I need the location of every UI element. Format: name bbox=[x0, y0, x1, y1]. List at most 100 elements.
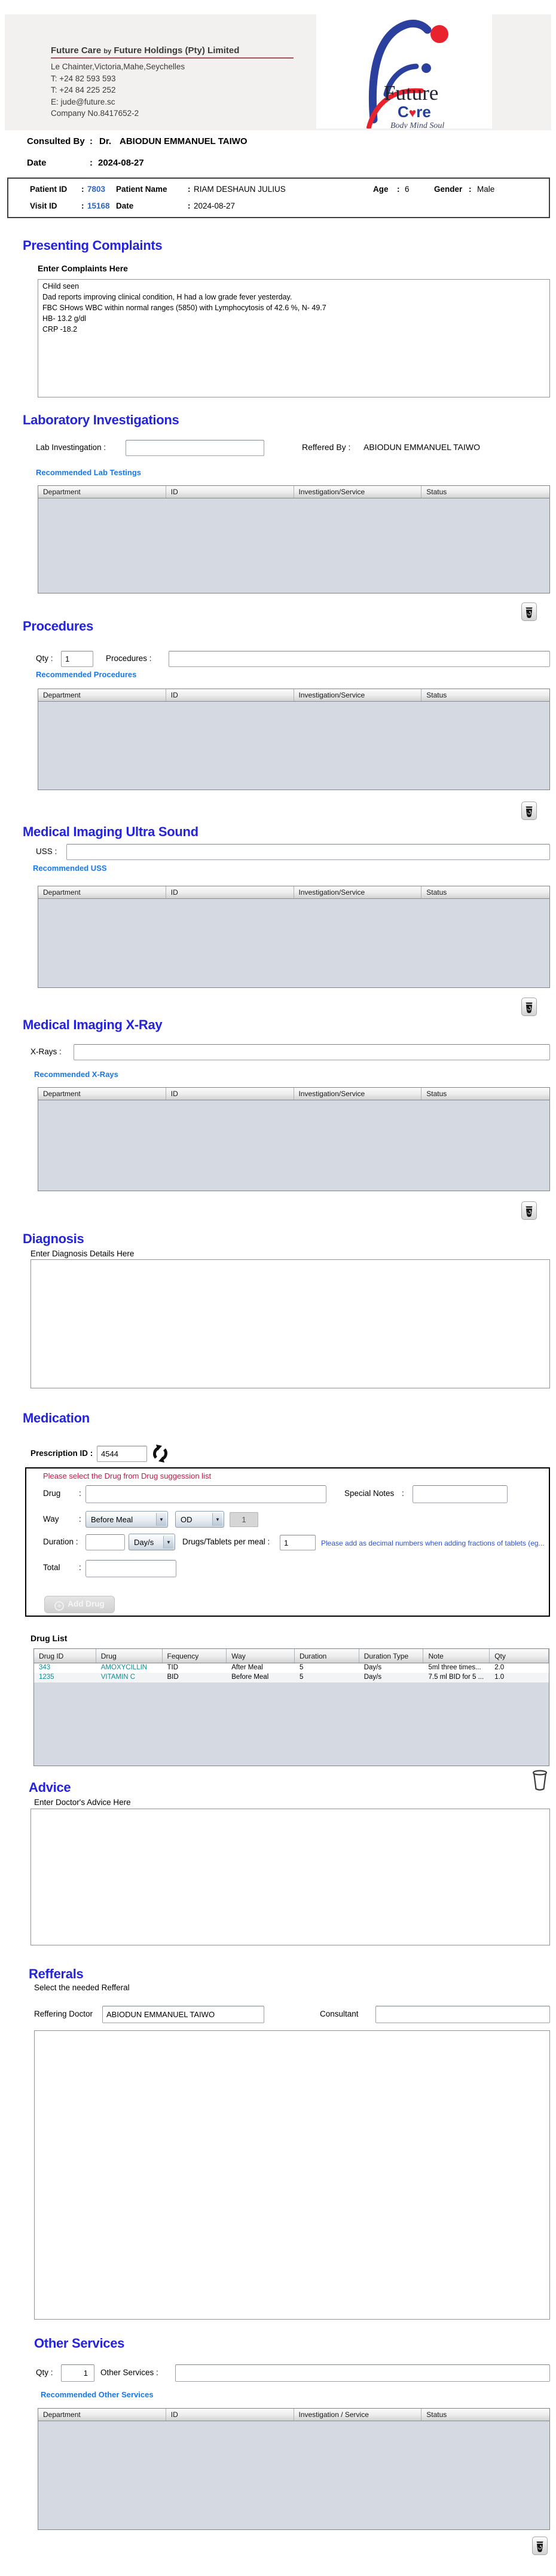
xray-col-status: Status bbox=[426, 1090, 447, 1098]
procedures-input[interactable] bbox=[169, 651, 550, 667]
recommended-xray-link[interactable]: Recommended X-Rays bbox=[34, 1070, 118, 1079]
other-delete-button[interactable] bbox=[532, 2537, 548, 2555]
per-meal-label: Drugs/Tablets per meal : bbox=[182, 1537, 270, 1546]
prescription-id-input[interactable] bbox=[97, 1446, 147, 1462]
special-notes-colon: : bbox=[402, 1489, 404, 1498]
drug-col-duration-type: Duration Type bbox=[359, 1649, 424, 1663]
visit-date-value: 2024-08-27 bbox=[194, 201, 236, 210]
uss-label: USS : bbox=[36, 847, 57, 856]
xray-col-department: Department bbox=[38, 1088, 166, 1100]
decimal-hint: Please add as decimal numbers when addin… bbox=[321, 1539, 545, 1547]
referred-by-value: ABIODUN EMMANUEL TAIWO bbox=[363, 442, 480, 452]
company-title: Future Care by Future Holdings (Pty) Lim… bbox=[51, 45, 239, 56]
section-title-advice: Advice bbox=[29, 1780, 71, 1795]
way-qty-input[interactable] bbox=[230, 1512, 258, 1527]
other-qty-input[interactable] bbox=[61, 2364, 94, 2382]
diagnosis-textarea[interactable] bbox=[30, 1259, 550, 1388]
advice-textarea[interactable] bbox=[30, 1809, 550, 1945]
recommended-lab-link[interactable]: Recommended Lab Testings bbox=[36, 468, 141, 477]
drug-frequency-cell: TID bbox=[167, 1664, 179, 1671]
drug-way-cell: After Meal bbox=[231, 1664, 263, 1671]
per-meal-input[interactable] bbox=[280, 1535, 316, 1550]
drug-list-delete-button[interactable] bbox=[531, 1769, 549, 1792]
drug-name-cell: AMOXYCILLIN bbox=[100, 1664, 148, 1671]
procedures-qty-input[interactable] bbox=[61, 651, 93, 667]
drug-list-table: Drug ID Drug Fequency Way Duration Durat… bbox=[33, 1648, 549, 1766]
logo-word-care: C♥re bbox=[398, 103, 431, 121]
recommended-procedures-link[interactable]: Recommended Procedures bbox=[36, 670, 136, 679]
way-select-value: Before Meal bbox=[91, 1515, 133, 1524]
drug-duration-type-cell: Day/s bbox=[363, 1674, 382, 1681]
recommended-other-link[interactable]: Recommended Other Services bbox=[41, 2390, 154, 2399]
xray-delete-button[interactable] bbox=[521, 1201, 537, 1220]
gender-colon: : bbox=[469, 185, 472, 194]
way-select[interactable]: Before Meal ▼ bbox=[85, 1511, 168, 1528]
procedures-delete-button[interactable] bbox=[521, 801, 537, 820]
section-title-other-services: Other Services bbox=[34, 2336, 125, 2351]
drug-colon: : bbox=[79, 1489, 81, 1498]
drug-col-duration: Duration bbox=[295, 1649, 359, 1663]
uss-input[interactable] bbox=[66, 844, 550, 860]
uss-delete-button[interactable] bbox=[521, 998, 537, 1016]
referring-doctor-input[interactable] bbox=[102, 2006, 264, 2023]
lab-investigation-label: Lab Investingation : bbox=[36, 443, 106, 452]
section-title-xray: Medical Imaging X-Ray bbox=[23, 1017, 163, 1032]
xray-input[interactable] bbox=[74, 1044, 550, 1060]
other-col-id: ID bbox=[166, 2409, 294, 2421]
xray-label: X-Rays : bbox=[30, 1047, 62, 1056]
procedures-col-status: Status bbox=[426, 691, 447, 699]
section-title-refferals: Refferals bbox=[29, 1966, 84, 1981]
special-notes-input[interactable] bbox=[413, 1485, 508, 1503]
other-services-input[interactable] bbox=[175, 2364, 550, 2382]
drug-input[interactable] bbox=[85, 1485, 326, 1503]
lab-col-department: Department bbox=[38, 486, 166, 498]
top-date-colon: : bbox=[90, 158, 93, 168]
trash-icon bbox=[526, 607, 533, 618]
patient-id-colon: : bbox=[81, 185, 84, 194]
section-title-laboratory: Laboratory Investigations bbox=[23, 412, 179, 427]
other-qty-label: Qty : bbox=[36, 2368, 53, 2377]
drug-duration-cell: 5 bbox=[299, 1664, 304, 1671]
drug-row[interactable]: 343 AMOXYCILLIN TID After Meal 5 Day/s 5… bbox=[34, 1663, 549, 1673]
refferal-listbox[interactable] bbox=[34, 2030, 550, 2320]
drug-col-frequency: Fequency bbox=[163, 1649, 227, 1663]
refresh-icon bbox=[153, 1445, 167, 1463]
other-services-label: Other Services : bbox=[100, 2368, 158, 2377]
procedures-field-label: Procedures : bbox=[106, 654, 152, 663]
lab-investigation-input[interactable] bbox=[126, 440, 264, 456]
drug-row[interactable]: 1235 VITAMIN C BID Before Meal 5 Day/s 7… bbox=[34, 1673, 549, 1682]
prescription-refresh-button[interactable] bbox=[151, 1443, 170, 1464]
future-care-logo-graphic: Future C♥re Body Mind Soul bbox=[366, 19, 448, 130]
top-date-label: Date bbox=[27, 158, 47, 168]
trash-icon bbox=[536, 2541, 543, 2552]
advice-sublabel: Enter Doctor's Advice Here bbox=[34, 1798, 131, 1807]
age-label: Age bbox=[373, 185, 389, 194]
recommended-uss-link[interactable]: Recommended USS bbox=[33, 864, 107, 873]
lab-delete-button[interactable] bbox=[521, 602, 537, 621]
duration-input[interactable] bbox=[85, 1534, 125, 1550]
complaints-textarea[interactable]: CHild seen Dad reports improving clinica… bbox=[38, 279, 550, 397]
drug-qty-cell: 2.0 bbox=[494, 1664, 505, 1671]
drug-col-drug: Drug bbox=[96, 1649, 163, 1663]
total-input[interactable] bbox=[85, 1560, 176, 1577]
duration-type-select[interactable]: Day/s ▼ bbox=[129, 1534, 175, 1550]
top-date-value: 2024-08-27 bbox=[98, 158, 144, 168]
drug-col-id: Drug ID bbox=[34, 1649, 96, 1663]
xray-table: Department ID Investigation/Service Stat… bbox=[38, 1087, 550, 1191]
consultation-report-page: Future Care by Future Holdings (Pty) Lim… bbox=[0, 0, 556, 2576]
uss-table-header: Department ID Investigation/Service Stat… bbox=[38, 886, 549, 899]
complaints-sublabel: Enter Complaints Here bbox=[38, 264, 128, 273]
add-drug-button-label: Add Drug bbox=[68, 1599, 105, 1608]
uss-col-status: Status bbox=[426, 888, 447, 897]
referring-doctor-label: Reffering Doctor bbox=[34, 2009, 93, 2018]
patient-name-colon: : bbox=[188, 185, 191, 194]
way-colon: : bbox=[79, 1515, 81, 1523]
company-holdings: Future Holdings (Pty) Limited bbox=[114, 45, 240, 56]
uss-table: Department ID Investigation/Service Stat… bbox=[38, 886, 550, 988]
other-col-department: Department bbox=[38, 2409, 166, 2421]
company-title-rule bbox=[51, 57, 294, 59]
add-drug-button[interactable]: + Add Drug bbox=[44, 1596, 115, 1613]
frequency-select[interactable]: OD ▼ bbox=[175, 1511, 224, 1528]
consultant-input[interactable] bbox=[375, 2006, 550, 2023]
drug-name-cell: VITAMIN C bbox=[100, 1674, 136, 1681]
